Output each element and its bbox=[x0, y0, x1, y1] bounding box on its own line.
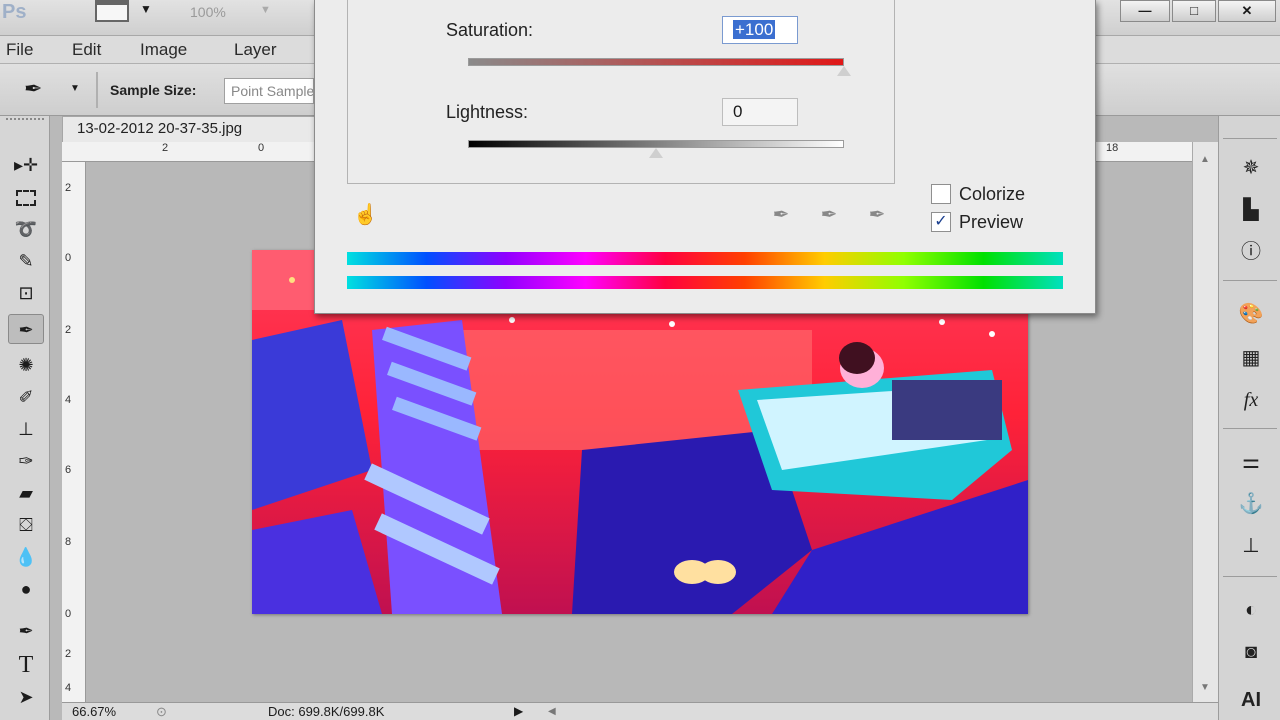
saturation-slider-thumb[interactable] bbox=[837, 66, 851, 76]
status-bar: 66.67% ⊙ Doc: 699.8K/699.8K ▶ ◀ bbox=[62, 702, 1218, 720]
ruler-h-label: 18 bbox=[1106, 142, 1119, 154]
colorize-label[interactable]: Colorize bbox=[959, 184, 1025, 205]
on-image-adjust-icon[interactable]: ☝ bbox=[353, 202, 378, 227]
adjustments-icon[interactable]: ⚌ bbox=[1231, 446, 1271, 478]
saturation-label: Saturation: bbox=[446, 20, 534, 40]
vertical-ruler: 2 0 2 4 6 8 0 2 4 bbox=[62, 162, 86, 702]
zoom-level-select[interactable]: 100% bbox=[165, 2, 275, 22]
maximize-button[interactable]: □ bbox=[1172, 0, 1216, 22]
saturation-input[interactable]: +100 bbox=[722, 16, 798, 44]
ruler-v-label: 8 bbox=[65, 536, 72, 548]
ruler-v-label: 4 bbox=[65, 394, 72, 406]
brush-tool-icon[interactable]: ✐ bbox=[8, 382, 44, 412]
ruler-v-label: 4 bbox=[65, 682, 72, 694]
clone-stamp-tool-icon[interactable]: ⊥ bbox=[8, 414, 44, 444]
ruler-v-label: 6 bbox=[65, 464, 72, 476]
history-brush-tool-icon[interactable]: ✑ bbox=[8, 446, 44, 476]
eyedropper-tool-icon[interactable]: ✒ bbox=[8, 314, 44, 344]
chevron-down-icon[interactable]: ▼ bbox=[70, 83, 80, 94]
layers-icon[interactable]: ◐ bbox=[1231, 594, 1271, 626]
saturation-value: +100 bbox=[733, 20, 776, 39]
hue-saturation-dialog: Saturation: +100 Lightness: 0 ☝ ✒ ✒ ✒ Co… bbox=[314, 0, 1096, 314]
output-color-bar bbox=[347, 276, 1063, 289]
menu-file[interactable]: File bbox=[6, 40, 33, 60]
eraser-tool-icon[interactable]: ▰ bbox=[8, 478, 44, 508]
lightness-label: Lightness: bbox=[446, 102, 529, 122]
styles-icon[interactable]: fx bbox=[1231, 384, 1271, 416]
lightness-input[interactable]: 0 bbox=[722, 98, 798, 126]
panel-separator bbox=[1223, 138, 1277, 139]
saturation-slider[interactable] bbox=[468, 58, 844, 66]
adjustment-group: Saturation: +100 Lightness: 0 bbox=[347, 0, 895, 184]
color-icon[interactable]: 🎨 bbox=[1231, 298, 1271, 330]
chevron-down-icon[interactable]: ▼ bbox=[140, 2, 152, 16]
document-size: Doc: 699.8K/699.8K bbox=[268, 704, 385, 719]
ruler-v-label: 2 bbox=[65, 648, 72, 660]
panel-separator bbox=[1223, 280, 1277, 281]
marquee-tool-icon[interactable] bbox=[8, 182, 44, 212]
swatches-icon[interactable]: ▦ bbox=[1231, 342, 1271, 374]
zoom-icon[interactable]: ⊙ bbox=[156, 703, 167, 720]
menu-image[interactable]: Image bbox=[140, 40, 187, 60]
panel-separator bbox=[1223, 428, 1277, 429]
path-selection-tool-icon[interactable]: ➤ bbox=[8, 682, 44, 712]
vertical-scrollbar[interactable]: ▲ ▼ bbox=[1192, 142, 1218, 702]
pen-tool-icon[interactable]: ✒ bbox=[8, 616, 44, 646]
histogram-icon[interactable]: ▙ bbox=[1231, 194, 1271, 226]
quick-selection-tool-icon[interactable]: ✎ bbox=[8, 246, 44, 276]
navigator-icon[interactable]: ✵ bbox=[1231, 152, 1271, 184]
paint-bucket-tool-icon[interactable]: ⛋ bbox=[8, 510, 44, 540]
dodge-tool-icon[interactable]: ● bbox=[8, 574, 44, 604]
preview-checkbox[interactable]: ✓ bbox=[931, 212, 951, 232]
info-icon[interactable]: ⓘ bbox=[1231, 236, 1271, 268]
move-tool-icon[interactable]: ▸✛ bbox=[8, 150, 44, 180]
eyedropper-icon[interactable]: ✒ bbox=[24, 76, 42, 102]
paths-icon[interactable]: AI bbox=[1231, 684, 1271, 716]
scroll-down-arrow[interactable]: ▼ bbox=[1200, 682, 1210, 693]
document-tab[interactable]: 13-02-2012 20-37-35.jpg bbox=[62, 116, 320, 142]
clone-source-icon[interactable]: ⊥ bbox=[1231, 530, 1271, 562]
colorize-checkbox[interactable] bbox=[931, 184, 951, 204]
tools-panel: ▸✛ ➰ ✎ ⊡ ✒ ✺ ✐ ⊥ ✑ ▰ ⛋ 💧 ● ✒ T ➤ bbox=[0, 116, 50, 720]
ruler-v-label: 0 bbox=[65, 252, 72, 264]
status-menu-arrow[interactable]: ▶ bbox=[514, 703, 523, 720]
ruler-h-label: 0 bbox=[258, 142, 265, 154]
menu-edit[interactable]: Edit bbox=[72, 40, 101, 60]
eyedropper-minus-icon[interactable]: ✒ bbox=[863, 202, 891, 230]
healing-brush-tool-icon[interactable]: ✺ bbox=[8, 350, 44, 380]
channels-icon[interactable]: ◙ bbox=[1231, 636, 1271, 668]
close-button[interactable]: ✕ bbox=[1218, 0, 1276, 22]
input-color-bar bbox=[347, 252, 1063, 265]
minimize-button[interactable]: — bbox=[1120, 0, 1170, 22]
scroll-up-arrow[interactable]: ▲ bbox=[1200, 154, 1210, 165]
window-controls: — □ ✕ bbox=[1120, 0, 1280, 22]
lightness-slider-thumb[interactable] bbox=[649, 148, 663, 158]
options-separator bbox=[96, 72, 98, 108]
masks-icon[interactable]: ⚓ bbox=[1231, 488, 1271, 520]
type-tool-icon[interactable]: T bbox=[8, 650, 44, 680]
chevron-down-icon[interactable]: ▼ bbox=[260, 4, 271, 16]
panel-dock: ✵ ▙ ⓘ 🎨 ▦ fx ⚌ ⚓ ⊥ ◐ ◙ AI bbox=[1218, 116, 1280, 720]
ruler-v-label: 2 bbox=[65, 182, 72, 194]
panel-grip[interactable] bbox=[6, 118, 44, 126]
eyedropper-icon[interactable]: ✒ bbox=[767, 202, 795, 230]
sample-size-label: Sample Size: bbox=[110, 82, 197, 98]
ruler-v-label: 0 bbox=[65, 608, 72, 620]
ruler-v-label: 2 bbox=[65, 324, 72, 336]
lasso-tool-icon[interactable]: ➰ bbox=[8, 214, 44, 244]
ruler-h-label: 2 bbox=[162, 142, 169, 154]
crop-tool-icon[interactable]: ⊡ bbox=[8, 278, 44, 308]
panel-separator bbox=[1223, 576, 1277, 577]
menu-layer[interactable]: Layer bbox=[234, 40, 277, 60]
zoom-readout[interactable]: 66.67% bbox=[72, 703, 116, 720]
launch-bridge-icon[interactable] bbox=[95, 0, 129, 22]
scroll-left-arrow[interactable]: ◀ bbox=[548, 703, 556, 720]
blur-tool-icon[interactable]: 💧 bbox=[8, 542, 44, 572]
sample-size-select[interactable]: Point Sample bbox=[224, 78, 314, 104]
photoshop-logo: Ps bbox=[2, 1, 27, 23]
eyedropper-plus-icon[interactable]: ✒ bbox=[815, 202, 843, 230]
preview-label[interactable]: Preview bbox=[959, 212, 1023, 233]
